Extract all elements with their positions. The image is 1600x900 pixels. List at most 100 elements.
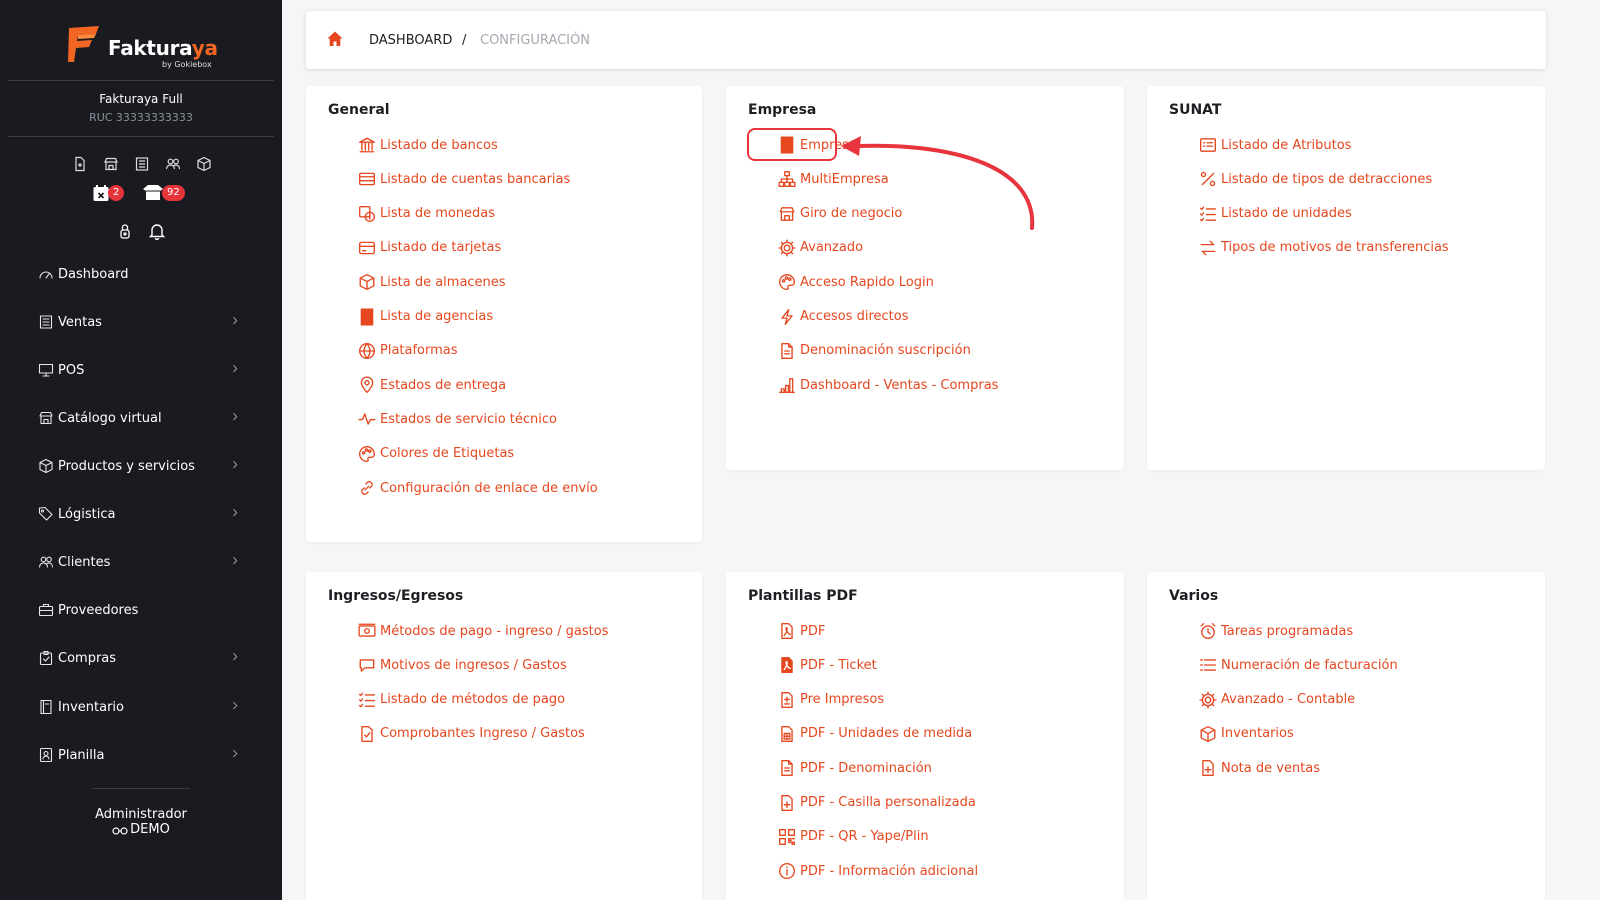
config-link[interactable]: Accesos directos <box>778 306 908 328</box>
file-grid-icon <box>778 725 796 743</box>
config-link-label: Lista de monedas <box>380 206 496 222</box>
sidebar-item-productos-y-servicios[interactable]: Productos y servicios <box>38 454 242 478</box>
config-link[interactable]: Tipos de motivos de transferencias <box>1199 237 1449 259</box>
config-link-label: Listado de tipos de detracciones <box>1221 171 1433 187</box>
config-link-label: Listado de Atributos <box>1221 137 1352 153</box>
config-link[interactable]: Motivos de ingresos / Gastos <box>358 654 567 676</box>
document-plus-icon[interactable] <box>72 156 88 172</box>
config-link[interactable]: Dashboard - Ventas - Compras <box>778 374 998 396</box>
config-link-label: PDF - Información adicional <box>800 863 979 879</box>
package-badge[interactable]: 92 <box>142 184 190 204</box>
config-link-label: Tipos de motivos de transferencias <box>1221 240 1449 256</box>
card-title: Plantillas PDF <box>748 588 858 604</box>
store-icon <box>778 205 796 223</box>
config-link[interactable]: Comprobantes Ingreso / Gastos <box>358 723 585 745</box>
receipt-icon[interactable] <box>134 156 150 172</box>
chevron-right-icon <box>230 554 242 568</box>
calendar-badge[interactable]: 2 <box>92 184 128 204</box>
list-box-icon <box>1199 136 1217 154</box>
config-link[interactable]: Acceso Rapido Login <box>778 271 934 293</box>
sidebar-item-catalogo-virtual[interactable]: Catálogo virtual <box>38 406 242 430</box>
config-link[interactable]: Lista de monedas <box>358 203 495 225</box>
chevron-right-icon <box>230 747 242 761</box>
config-link[interactable]: Plataformas <box>358 340 458 362</box>
config-link[interactable]: Numeración de facturación <box>1199 654 1398 676</box>
config-link[interactable]: PDF - Casilla personalizada <box>778 792 976 814</box>
store-icon[interactable] <box>103 156 119 172</box>
bar-chart-icon <box>778 376 796 394</box>
package-badge-count: 92 <box>162 185 185 201</box>
sidebar-item-ventas[interactable]: Ventas <box>38 310 242 334</box>
config-link[interactable]: Tareas programadas <box>1199 620 1353 642</box>
sidebar-divider <box>8 80 274 81</box>
chevron-right-icon <box>230 699 242 713</box>
box-icon[interactable] <box>196 156 212 172</box>
cash-icon <box>358 622 376 640</box>
config-link[interactable]: Avanzado - Contable <box>1199 689 1355 711</box>
config-link[interactable]: Listado de cuentas bancarias <box>358 168 570 190</box>
sidebar-divider <box>92 788 190 789</box>
info-icon <box>778 862 796 880</box>
config-link-label: Tareas programadas <box>1221 623 1354 639</box>
user-role[interactable]: DEMO <box>0 822 282 837</box>
config-link-label: Listado de métodos de pago <box>380 692 566 708</box>
list-check-icon <box>1199 205 1217 223</box>
file-pdf-solid-icon <box>778 656 796 674</box>
users-icon[interactable] <box>165 156 181 172</box>
chat-icon <box>358 656 376 674</box>
config-link-label: Numeración de facturación <box>1221 657 1398 673</box>
list-icon <box>1199 656 1217 674</box>
sidebar-item-label: Inventario <box>58 699 124 715</box>
config-link[interactable]: Configuración de enlace de envío <box>358 477 598 499</box>
sidebar-item-compras[interactable]: Compras <box>38 646 242 670</box>
sidebar-item-inventario[interactable]: Inventario <box>38 695 242 719</box>
config-link-label: Estados de entrega <box>380 377 507 393</box>
config-link[interactable]: Inventarios <box>1199 723 1294 745</box>
home-icon[interactable] <box>326 30 344 48</box>
config-link[interactable]: PDF - Información adicional <box>778 860 978 882</box>
lock-icon[interactable] <box>116 222 134 240</box>
gauge-icon <box>38 266 54 282</box>
config-link[interactable]: Listado de Atributos <box>1199 134 1351 156</box>
config-link[interactable]: Estados de entrega <box>358 374 506 396</box>
config-link[interactable]: Estados de servicio técnico <box>358 408 557 430</box>
glasses-icon <box>112 826 128 835</box>
config-link[interactable]: Listado de unidades <box>1199 203 1352 225</box>
sidebar-item-clientes[interactable]: Clientes <box>38 550 242 574</box>
config-link[interactable]: Nota de ventas <box>1199 757 1320 779</box>
config-link[interactable]: Listado de bancos <box>358 134 498 156</box>
brand-logo[interactable]: Fakturaya by Gokiebox <box>66 24 226 72</box>
config-link[interactable]: Pre Impresos <box>778 689 884 711</box>
config-link[interactable]: Listado de tarjetas <box>358 237 501 259</box>
card-icon <box>358 239 376 257</box>
config-link-label: PDF - Ticket <box>800 657 877 673</box>
config-link[interactable]: Denominación suscripción <box>778 340 971 362</box>
sidebar-item-logistica[interactable]: Lógistica <box>38 502 242 526</box>
config-link[interactable]: PDF - Unidades de medida <box>778 723 972 745</box>
config-link[interactable]: PDF <box>778 620 825 642</box>
gear-icon <box>778 239 796 257</box>
config-link[interactable]: PDF - Ticket <box>778 654 877 676</box>
credit-card-icon <box>358 170 376 188</box>
sidebar-item-planilla[interactable]: Planilla <box>38 743 242 767</box>
brand-byline: by Gokiebox <box>162 60 212 69</box>
breadcrumb-dashboard[interactable]: DASHBOARD <box>369 33 452 48</box>
config-link[interactable]: PDF - QR - Yape/Plin <box>778 826 929 848</box>
config-link[interactable]: Métodos de pago - ingreso / gastos <box>358 620 608 642</box>
config-link[interactable]: Lista de almacenes <box>358 271 506 293</box>
receipt-icon <box>38 314 54 330</box>
config-link[interactable]: Avanzado <box>778 237 863 259</box>
sidebar-item-dashboard[interactable]: Dashboard <box>38 262 242 286</box>
map-pin-icon <box>358 376 376 394</box>
config-link[interactable]: Listado de métodos de pago <box>358 689 565 711</box>
config-link[interactable]: Lista de agencias <box>358 306 493 328</box>
config-link[interactable]: PDF - Denominación <box>778 757 932 779</box>
bell-icon[interactable] <box>148 222 166 240</box>
config-link[interactable]: Colores de Etiquetas <box>358 443 514 465</box>
config-link[interactable]: Listado de tipos de detracciones <box>1199 168 1432 190</box>
sidebar-item-proveedores[interactable]: Proveedores <box>38 598 242 622</box>
config-link-label: Lista de agencias <box>380 309 494 324</box>
chevron-right-icon <box>230 314 242 328</box>
sidebar-item-label: Lógistica <box>58 506 116 522</box>
sidebar-item-pos[interactable]: POS <box>38 358 242 382</box>
